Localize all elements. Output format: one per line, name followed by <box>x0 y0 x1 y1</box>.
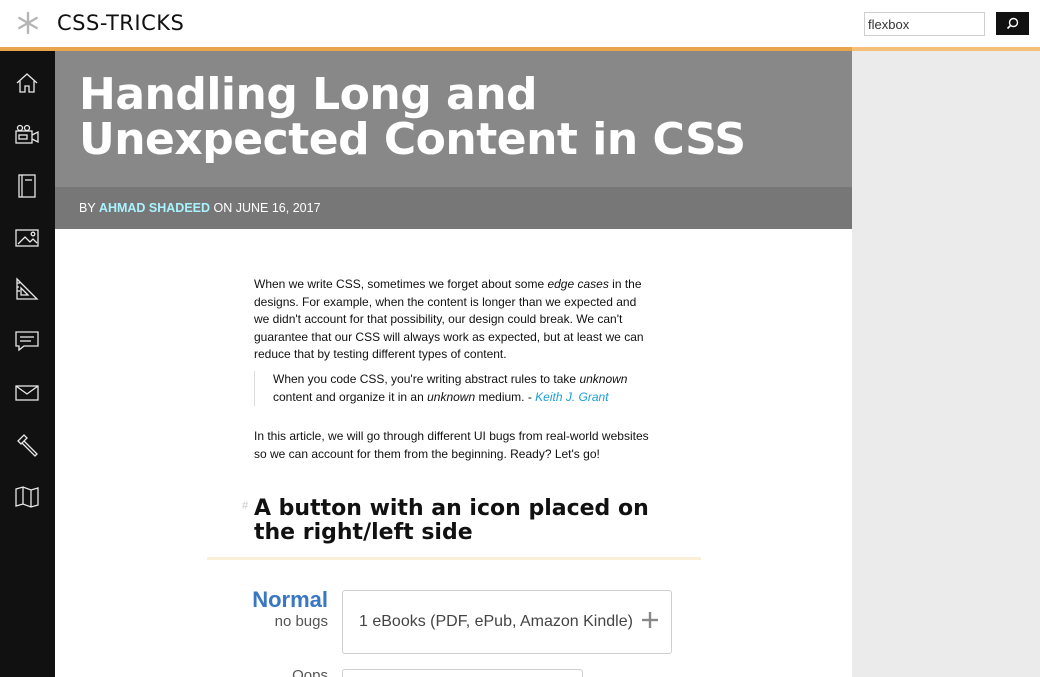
sidebar-nav <box>0 51 55 677</box>
home-icon <box>16 73 38 93</box>
sidebar-item-guides[interactable] <box>12 274 42 304</box>
quote-author-link[interactable]: Keith J. Grant <box>535 390 608 404</box>
section-anchor-link[interactable]: # <box>242 500 248 512</box>
demo-ebooks-button[interactable]: 1 eBooks (PDF, ePub, Amazon Kindle) <box>342 590 672 654</box>
sidebar-item-gallery[interactable] <box>12 223 42 253</box>
byline-text: BY AHMAD SHADEED ON JUNE 16, 2017 <box>79 201 321 215</box>
blockquote: When you code CSS, you're writing abstra… <box>254 371 654 407</box>
sidebar-item-contact[interactable] <box>12 378 42 408</box>
map-icon <box>15 486 39 508</box>
article-title: Handling Long and Unexpected Content in … <box>79 69 746 165</box>
comment-icon <box>15 331 39 352</box>
byline-date: ON JUNE 16, 2017 <box>210 201 321 215</box>
search-input[interactable] <box>864 12 985 36</box>
article-body: When we write CSS, sometimes we forget a… <box>55 229 852 677</box>
sidebar-item-forums[interactable] <box>12 326 42 356</box>
intro-paragraph: When we write CSS, sometimes we forget a… <box>254 277 644 362</box>
asterisk-star-icon[interactable] <box>15 10 41 36</box>
sidebar-item-books[interactable] <box>12 171 42 201</box>
demo-label-title: Normal <box>252 587 328 612</box>
hammer-icon <box>17 434 38 457</box>
site-logo-text[interactable]: CSS-TRICKS <box>57 11 184 35</box>
ruler-triangle-icon <box>16 277 39 300</box>
sidebar-item-home[interactable] <box>12 68 42 98</box>
sidebar-item-map[interactable] <box>12 482 42 512</box>
demo-label-subtitle: no bugs <box>274 613 328 630</box>
demo-label-oops: Oops <box>292 667 328 677</box>
sidebar-item-videos[interactable] <box>12 120 42 150</box>
article-hero: Handling Long and Unexpected Content in … <box>55 51 852 187</box>
book-icon <box>18 174 36 198</box>
site-header: CSS-TRICKS <box>0 0 1040 47</box>
video-camera-icon <box>15 124 39 144</box>
plus-icon <box>642 612 658 628</box>
author-link[interactable]: AHMAD SHADEED <box>99 201 210 215</box>
demo-label-normal: Normal no bugs <box>205 587 328 631</box>
search-button[interactable] <box>996 12 1029 35</box>
section-divider <box>207 557 701 560</box>
demo-button-label: 1 eBooks (PDF, ePub, Amazon Kindle) <box>359 613 633 630</box>
demo-oops-button[interactable] <box>342 669 583 677</box>
image-icon <box>15 229 39 247</box>
section-heading: A button with an icon placed on the righ… <box>254 496 649 545</box>
search-icon <box>1006 17 1019 30</box>
second-paragraph: In this article, we will go through diff… <box>254 429 649 461</box>
article-byline: BY AHMAD SHADEED ON JUNE 16, 2017 <box>55 187 852 229</box>
byline-prefix: BY <box>79 201 99 215</box>
mail-icon <box>15 385 39 401</box>
sidebar-item-tools[interactable] <box>12 430 42 460</box>
